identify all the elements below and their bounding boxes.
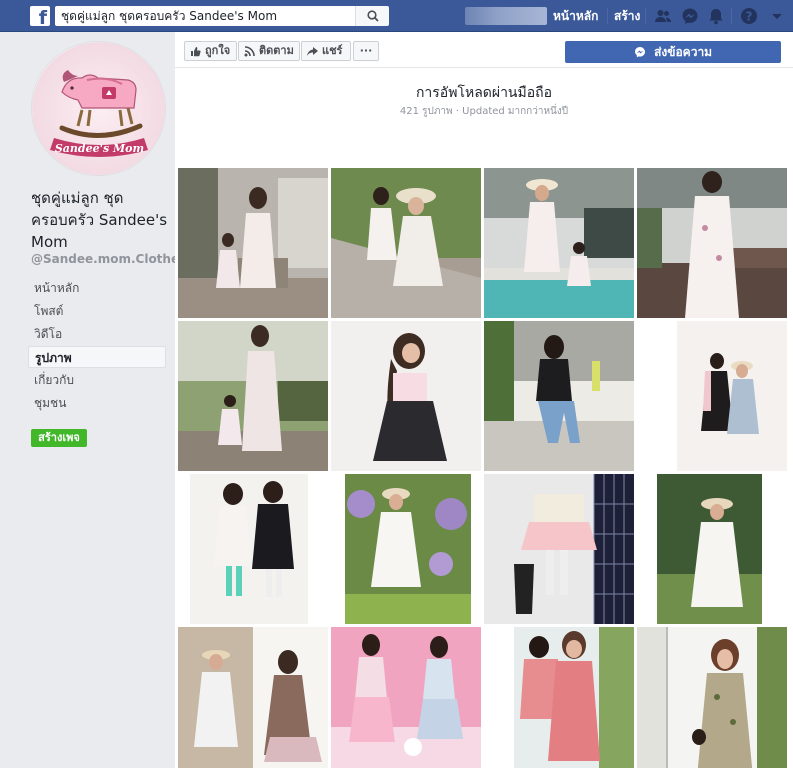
create-link[interactable]: สร้าง <box>614 8 640 24</box>
photo-thumbnail[interactable] <box>331 474 481 624</box>
thumbs-up-icon <box>191 47 201 57</box>
photo-thumbnail[interactable] <box>637 321 787 471</box>
photo-thumbnail[interactable] <box>178 168 328 318</box>
page-action-bar: ถูกใจ ติดตาม แชร์ ··· ส่งข้อความ <box>175 32 793 68</box>
search-icon <box>367 10 379 22</box>
home-link[interactable]: หน้าหลัก <box>553 8 598 24</box>
photo-thumbnail[interactable] <box>484 168 634 318</box>
divider <box>731 8 732 24</box>
divider <box>607 8 608 24</box>
page-name[interactable]: ชุดคู่แม่ลูก ชุดครอบครัว Sandee's Mom <box>31 187 171 253</box>
top-bar: f ชุดคู่แม่ลูก ชุดครอบครัว Sandee's Mom … <box>0 0 793 32</box>
photo-thumbnail[interactable] <box>637 474 787 624</box>
photo-thumbnail[interactable] <box>637 627 787 768</box>
left-sidebar: Sandee's Mom ชุดคู่แม่ลูก ชุดครอบครัว Sa… <box>0 32 186 768</box>
like-button[interactable]: ถูกใจ <box>184 41 237 61</box>
photo-thumbnail[interactable] <box>484 321 634 471</box>
sidebar-item-community[interactable]: ชุมชน <box>28 392 166 414</box>
album-meta: 421 รูปภาพ · Updated มากกว่าหนึ่งปี <box>399 106 569 117</box>
sidebar-item-videos[interactable]: วิดีโอ <box>28 323 166 345</box>
follow-label: ติดตาม <box>259 44 294 57</box>
like-label: ถูกใจ <box>205 44 231 57</box>
share-button[interactable]: แชร์ <box>301 41 351 61</box>
page-handle: @Sandee.mom.Clothes <box>31 252 187 266</box>
friends-icon[interactable] <box>654 7 672 25</box>
divider <box>645 8 646 24</box>
messenger-icon <box>634 46 645 57</box>
photo-thumbnail[interactable] <box>484 474 634 624</box>
bell-icon[interactable] <box>707 7 725 25</box>
logo-text: Sandee's Mom <box>55 142 144 155</box>
sidebar-item-posts[interactable]: โพสต์ <box>28 300 166 322</box>
sidebar-item-about[interactable]: เกี่ยวกับ <box>28 369 166 391</box>
profile-avatar[interactable] <box>465 7 547 25</box>
share-arrow-icon <box>307 47 318 56</box>
rss-follow-icon <box>244 46 255 57</box>
messenger-icon[interactable] <box>681 7 699 25</box>
photo-thumbnail[interactable] <box>331 627 481 768</box>
main-content: ถูกใจ ติดตาม แชร์ ··· ส่งข้อความ การอัพโ… <box>175 32 793 768</box>
sandees-mom-logo: Sandee's Mom <box>32 42 165 175</box>
photo-thumbnail[interactable] <box>178 627 328 768</box>
create-page-button[interactable]: สร้างเพจ <box>31 429 87 447</box>
photo-thumbnail[interactable] <box>637 168 787 318</box>
more-icon: ··· <box>359 44 373 57</box>
photo-thumbnail[interactable] <box>331 321 481 471</box>
send-message-label: ส่งข้อความ <box>654 45 713 59</box>
photo-thumbnail[interactable] <box>484 627 634 768</box>
album-title: การอัพโหลดผ่านมือถือ <box>415 85 553 101</box>
sidebar-item-home[interactable]: หน้าหลัก <box>28 277 166 299</box>
search-button[interactable] <box>355 6 389 26</box>
photo-thumbnail[interactable] <box>178 474 328 624</box>
send-message-button[interactable]: ส่งข้อความ <box>565 41 781 63</box>
photo-thumbnail[interactable] <box>331 168 481 318</box>
help-icon[interactable]: ? <box>740 7 758 25</box>
caret-down-icon[interactable] <box>768 7 786 25</box>
page-navigation: หน้าหลัก โพสต์ วิดีโอ รูปภาพ เกี่ยวกับ ช… <box>28 277 166 415</box>
svg-text:?: ? <box>746 10 753 24</box>
follow-button[interactable]: ติดตาม <box>238 41 300 61</box>
share-label: แชร์ <box>322 44 343 57</box>
more-options-button[interactable]: ··· <box>353 41 379 61</box>
search-input[interactable]: ชุดคู่แม่ลูก ชุดครอบครัว Sandee's Mom <box>55 6 355 26</box>
sidebar-item-photos[interactable]: รูปภาพ <box>28 346 166 368</box>
facebook-logo-icon[interactable]: f <box>30 6 50 26</box>
photo-thumbnail[interactable] <box>178 321 328 471</box>
page-profile-picture[interactable]: Sandee's Mom <box>31 41 166 176</box>
